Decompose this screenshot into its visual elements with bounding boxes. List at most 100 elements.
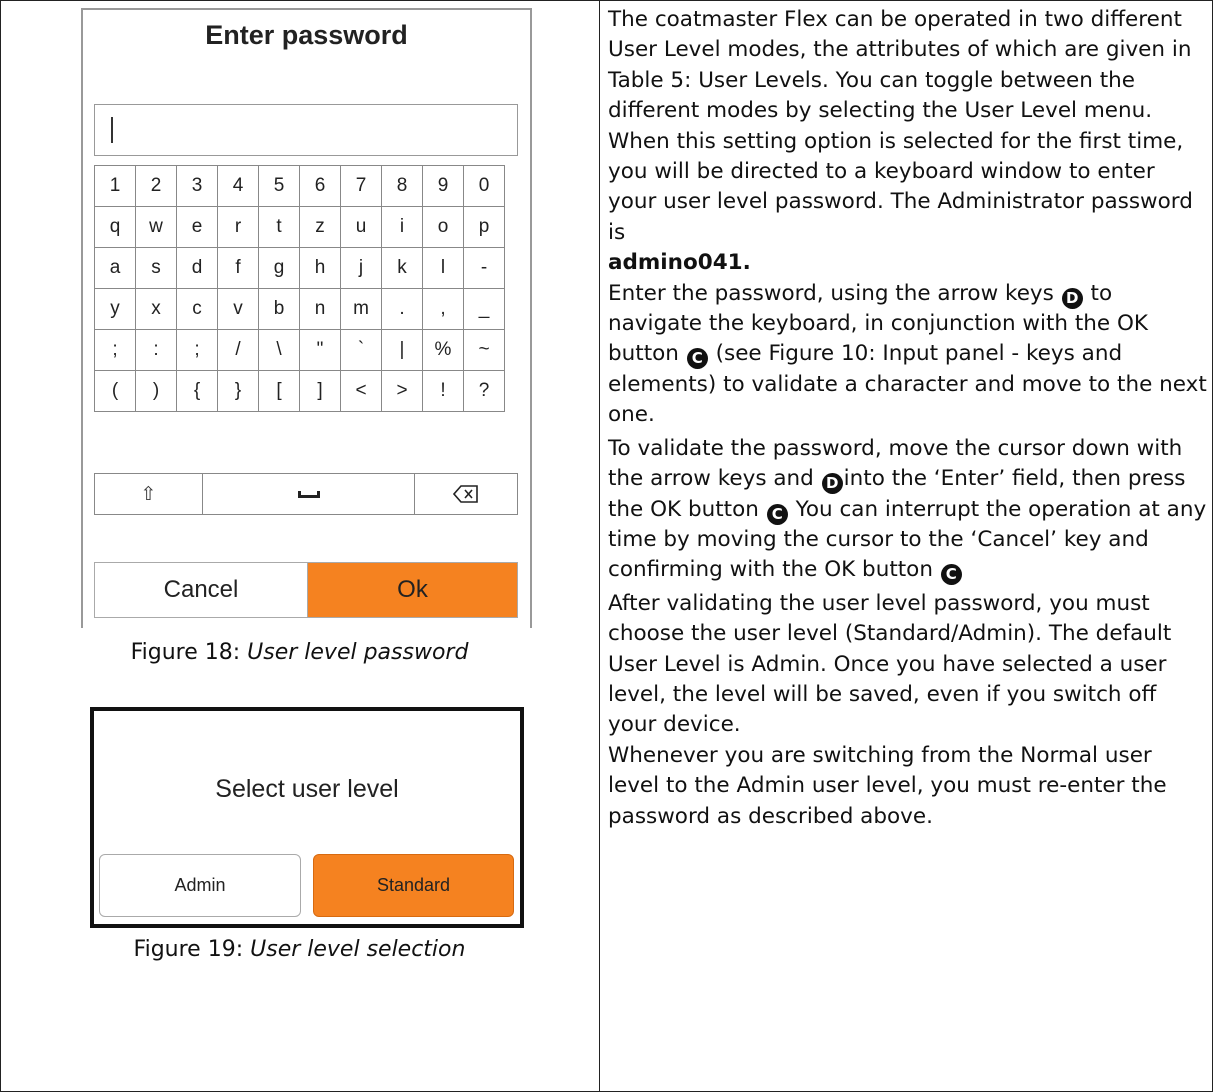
keyboard-row: 1234567890 <box>94 165 505 207</box>
space-key[interactable] <box>203 474 415 514</box>
keyboard-key[interactable]: 6 <box>299 165 341 207</box>
password-actions: Cancel Ok <box>94 562 518 618</box>
symbol-d-icon: D <box>1061 287 1083 309</box>
keyboard-key[interactable]: 5 <box>258 165 300 207</box>
keyboard-key[interactable]: d <box>176 247 218 289</box>
password-dialog-title: Enter password <box>205 20 408 50</box>
keyboard-key[interactable]: ( <box>94 370 136 412</box>
keyboard-key[interactable]: e <box>176 206 218 248</box>
keyboard-key[interactable]: < <box>340 370 382 412</box>
keyboard-key[interactable]: v <box>217 288 259 330</box>
keyboard-key[interactable]: k <box>381 247 423 289</box>
keyboard-key[interactable]: \ <box>258 329 300 371</box>
standard-button[interactable]: Standard <box>313 854 514 917</box>
space-icon <box>297 490 320 498</box>
keyboard-key[interactable]: b <box>258 288 300 330</box>
keyboard-key[interactable]: c <box>176 288 218 330</box>
figure-19-caption: Figure 19: User level selection <box>0 937 599 962</box>
backspace-key[interactable] <box>415 474 517 514</box>
keyboard-row: asdfghjkl- <box>94 247 505 289</box>
keyboard-key[interactable]: 9 <box>422 165 464 207</box>
shift-icon: ⇧ <box>140 483 157 505</box>
paragraph-choose-level-text: After validating the user level password… <box>608 590 1172 738</box>
keyboard-key[interactable]: . <box>381 288 423 330</box>
keyboard-row: ;:; / \ " ` |% ~ <box>94 329 505 371</box>
keyboard-key[interactable]: n <box>299 288 341 330</box>
keyboard-key[interactable]: 8 <box>381 165 423 207</box>
keyboard-row: y x c v b n m., _ <box>94 288 505 330</box>
keyboard-key[interactable]: _ <box>463 288 505 330</box>
keyboard-key[interactable]: x <box>135 288 177 330</box>
keyboard-key[interactable]: } <box>217 370 259 412</box>
keyboard-key[interactable]: : <box>135 329 177 371</box>
keyboard-key[interactable]: y <box>94 288 136 330</box>
keyboard-key[interactable]: ~ <box>463 329 505 371</box>
paragraph-choose-level: After validating the user level password… <box>608 589 1208 832</box>
keyboard-row: qwertzuiop <box>94 206 505 248</box>
keyboard-key[interactable]: ! <box>422 370 464 412</box>
keyboard-key[interactable]: t <box>258 206 300 248</box>
paragraph-switch-level-text: Whenever you are switching from the Norm… <box>608 742 1167 829</box>
keyboard-key[interactable]: a <box>94 247 136 289</box>
paragraph-validate: To validate the password, move the curso… <box>608 434 1208 586</box>
keyboard-key[interactable]: ) <box>135 370 177 412</box>
keyboard-key[interactable]: , <box>422 288 464 330</box>
keyboard-key[interactable]: { <box>176 370 218 412</box>
keyboard-key[interactable]: i <box>381 206 423 248</box>
instruction-text: The coatmaster Flex can be operated in t… <box>608 5 1208 832</box>
keyboard-key[interactable]: 2 <box>135 165 177 207</box>
keyboard-key[interactable]: u <box>340 206 382 248</box>
keyboard-key[interactable]: f <box>217 247 259 289</box>
keyboard-key[interactable]: ; <box>176 329 218 371</box>
symbol-c-icon: C <box>766 503 788 525</box>
keyboard-key[interactable]: q <box>94 206 136 248</box>
admin-password: admino041. <box>608 250 751 276</box>
keyboard-key[interactable]: | <box>381 329 423 371</box>
symbol-c-icon: C <box>686 348 708 370</box>
column-divider <box>599 0 600 1092</box>
keyboard-key[interactable]: - <box>463 247 505 289</box>
keyboard-key[interactable]: m <box>340 288 382 330</box>
keyboard-key[interactable]: g <box>258 247 300 289</box>
keyboard-function-row: ⇧ <box>94 473 518 515</box>
on-screen-keyboard: 1 2 3 4 5 6 7 8 9 0 q w e r t z u i o p a s d f g h j k l - y x c v b n m., _… <box>94 165 505 412</box>
keyboard-key[interactable]: / <box>217 329 259 371</box>
admin-button[interactable]: Admin <box>99 854 301 917</box>
keyboard-key[interactable]: h <box>299 247 341 289</box>
user-level-dialog: Select user level Admin Standard <box>90 707 524 928</box>
keyboard-key[interactable]: o <box>422 206 464 248</box>
text-cursor <box>111 117 113 143</box>
figure-18-caption: Figure 18: User level password <box>0 640 599 665</box>
paragraph-enter-text-a: Enter the password, using the arrow keys <box>608 280 1054 306</box>
symbol-d-icon: D <box>821 473 843 495</box>
keyboard-key[interactable]: ] <box>299 370 341 412</box>
keyboard-key[interactable]: 4 <box>217 165 259 207</box>
keyboard-key[interactable]: ` <box>340 329 382 371</box>
keyboard-key[interactable]: p <box>463 206 505 248</box>
cancel-button[interactable]: Cancel <box>95 563 308 617</box>
keyboard-key[interactable]: j <box>340 247 382 289</box>
keyboard-key[interactable]: 0 <box>463 165 505 207</box>
keyboard-key[interactable]: % <box>422 329 464 371</box>
keyboard-key[interactable]: > <box>381 370 423 412</box>
paragraph-user-levels: The coatmaster Flex can be operated in t… <box>608 5 1208 431</box>
figure-18-title: User level password <box>247 640 469 665</box>
figure-19-title: User level selection <box>250 937 466 962</box>
password-input[interactable] <box>94 104 518 156</box>
keyboard-key[interactable]: z <box>299 206 341 248</box>
keyboard-key[interactable]: w <box>135 206 177 248</box>
keyboard-key[interactable]: r <box>217 206 259 248</box>
shift-key[interactable]: ⇧ <box>95 474 203 514</box>
keyboard-key[interactable]: " <box>299 329 341 371</box>
keyboard-key[interactable]: 1 <box>94 165 136 207</box>
keyboard-key[interactable]: 7 <box>340 165 382 207</box>
keyboard-key[interactable]: [ <box>258 370 300 412</box>
ok-button[interactable]: Ok <box>308 563 517 617</box>
keyboard-key[interactable]: ? <box>463 370 505 412</box>
document-page: Enter password 1234567890qwertzuiopasdfg… <box>0 0 1213 1092</box>
keyboard-key[interactable]: l <box>422 247 464 289</box>
user-level-dialog-title: Select user level <box>215 775 399 803</box>
keyboard-key[interactable]: s <box>135 247 177 289</box>
keyboard-key[interactable]: 3 <box>176 165 218 207</box>
keyboard-key[interactable]: ; <box>94 329 136 371</box>
